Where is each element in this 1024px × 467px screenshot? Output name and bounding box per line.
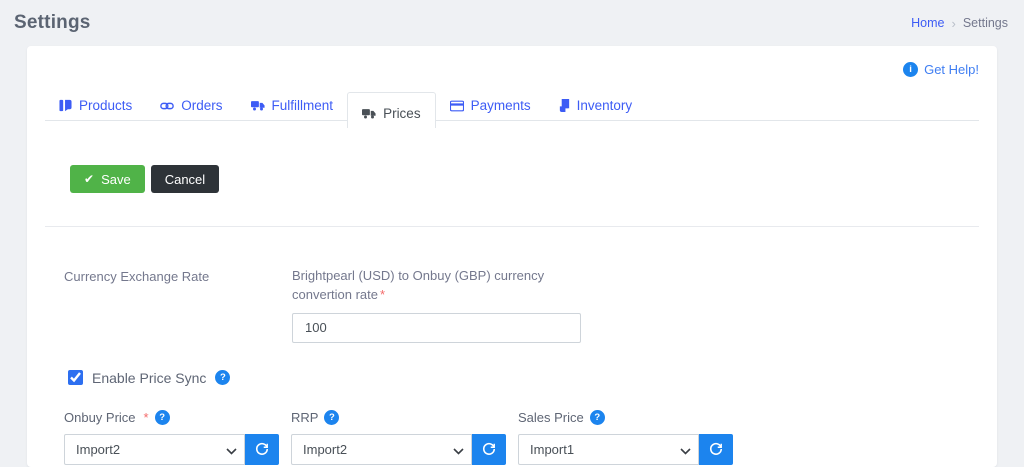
- help-row: i Get Help!: [45, 56, 979, 82]
- enable-price-sync-label: Enable Price Sync: [92, 369, 207, 386]
- tab-bar: Products Orders Fulfillment Prices Payme…: [45, 92, 979, 128]
- cancel-button[interactable]: Cancel: [150, 165, 220, 193]
- question-icon[interactable]: ?: [154, 409, 170, 425]
- conversion-rate-input[interactable]: [292, 312, 581, 343]
- conversion-rate-label: Brightpearl (USD) to Onbuy (GBP) currenc…: [292, 267, 564, 305]
- breadcrumb-separator-icon: ›: [951, 15, 956, 31]
- prices-truck-icon: [362, 107, 376, 120]
- currency-exchange-label: Currency Exchange Rate: [64, 269, 210, 284]
- products-icon: [59, 99, 72, 112]
- check-icon: ✔: [84, 172, 95, 186]
- tab-payments-label: Payments: [470, 98, 531, 113]
- onbuy-price-label: Onbuy Price: [64, 409, 136, 425]
- refresh-icon: [709, 443, 723, 456]
- tab-products[interactable]: Products: [45, 92, 146, 119]
- conversion-rate-label-text: Brightpearl (USD) to Onbuy (GBP) currenc…: [292, 268, 545, 302]
- question-icon[interactable]: ?: [324, 409, 340, 425]
- settings-card: i Get Help! Products Orders Fulfillment …: [27, 46, 997, 467]
- breadcrumb-current: Settings: [962, 16, 1008, 30]
- inventory-bookmark-icon: [559, 99, 570, 112]
- tab-prices-label: Prices: [383, 106, 421, 121]
- rrp-field: RRP ? Import2: [291, 409, 506, 465]
- tab-orders-label: Orders: [181, 98, 223, 113]
- sales-price-refresh-button[interactable]: [699, 433, 733, 465]
- sales-price-select[interactable]: Import1: [518, 433, 699, 465]
- tab-inventory[interactable]: Inventory: [545, 92, 647, 119]
- required-marker: *: [380, 286, 386, 302]
- page-title: Settings: [14, 12, 91, 33]
- price-mapping-row: Onbuy Price * ? Import2 RRP ? Import2 Sa…: [64, 409, 979, 465]
- question-icon[interactable]: ?: [589, 409, 605, 425]
- sales-price-label: Sales Price: [518, 409, 584, 425]
- enable-price-sync-checkbox[interactable]: [68, 370, 83, 386]
- enable-price-sync-row: Enable Price Sync ?: [68, 370, 979, 386]
- tab-products-label: Products: [79, 98, 133, 113]
- breadcrumb-home-link[interactable]: Home: [911, 16, 944, 30]
- onbuy-price-refresh-button[interactable]: [245, 433, 279, 465]
- form-actions: ✔ Save Cancel: [70, 165, 979, 193]
- prices-tab-panel: ✔ Save Cancel Currency Exchange Rate Bri…: [45, 165, 979, 465]
- tab-fulfillment-label: Fulfillment: [271, 98, 334, 113]
- sales-price-field: Sales Price ? Import1: [518, 409, 733, 465]
- section-divider: [45, 226, 979, 227]
- orders-icon: [160, 99, 175, 113]
- refresh-icon: [482, 443, 496, 456]
- save-button[interactable]: ✔ Save: [70, 165, 145, 193]
- rrp-label: RRP: [291, 409, 319, 425]
- payments-card-icon: [449, 100, 464, 112]
- breadcrumb: Home › Settings: [911, 16, 1008, 31]
- get-help-link[interactable]: i Get Help!: [903, 61, 979, 77]
- required-marker: *: [143, 409, 149, 425]
- onbuy-price-field: Onbuy Price * ? Import2: [64, 409, 279, 465]
- tab-prices[interactable]: Prices: [347, 92, 436, 128]
- cancel-button-label: Cancel: [164, 171, 206, 187]
- rrp-refresh-button[interactable]: [472, 433, 506, 465]
- currency-exchange-section: Currency Exchange Rate Brightpearl (USD)…: [64, 267, 979, 343]
- question-icon[interactable]: ?: [215, 370, 231, 386]
- tab-payments[interactable]: Payments: [436, 92, 545, 119]
- get-help-label: Get Help!: [924, 61, 979, 77]
- page-header: Settings Home › Settings: [0, 0, 1024, 46]
- tab-orders[interactable]: Orders: [146, 92, 236, 119]
- fulfillment-truck-icon: [250, 99, 265, 112]
- rrp-select[interactable]: Import2: [291, 433, 472, 465]
- refresh-icon: [255, 443, 269, 456]
- onbuy-price-select[interactable]: Import2: [64, 433, 245, 465]
- save-button-label: Save: [101, 171, 131, 187]
- tab-inventory-label: Inventory: [576, 98, 633, 113]
- info-icon: i: [903, 61, 919, 77]
- tab-fulfillment[interactable]: Fulfillment: [237, 92, 348, 119]
